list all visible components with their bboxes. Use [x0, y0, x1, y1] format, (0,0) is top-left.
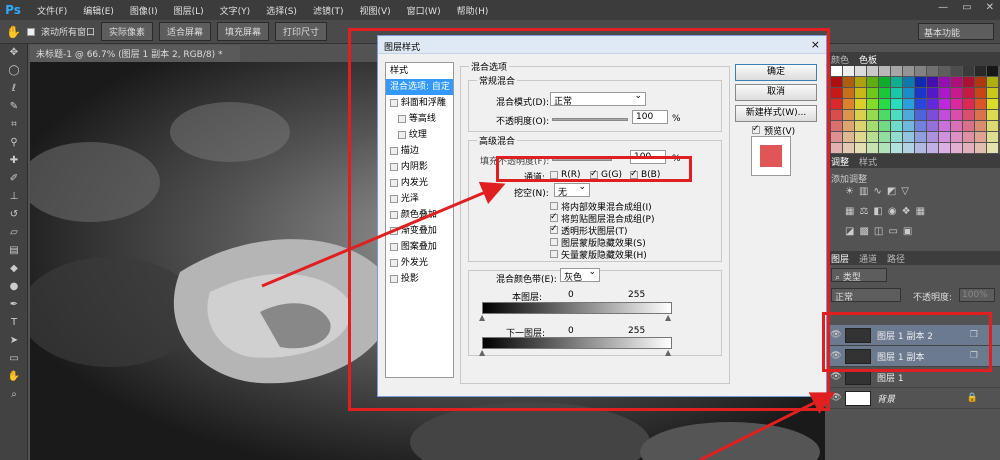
arrow-to-layers [699, 392, 836, 460]
annotation-arrows [261, 181, 836, 460]
arrow-to-channels [261, 181, 506, 288]
